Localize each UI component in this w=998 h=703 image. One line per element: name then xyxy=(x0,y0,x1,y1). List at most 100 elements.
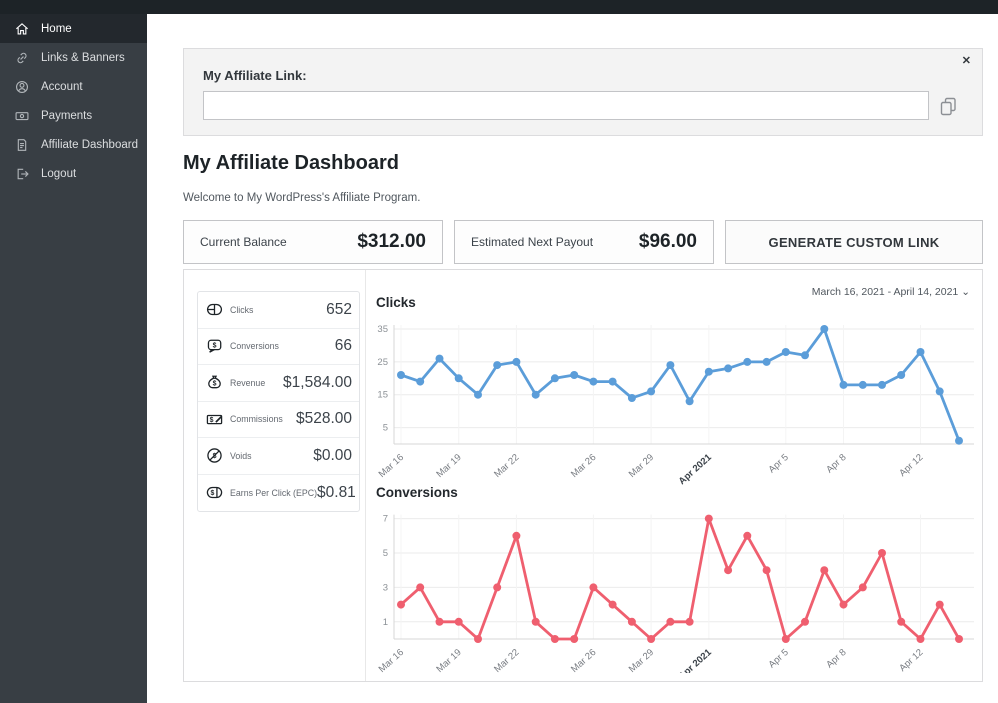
svg-text:Mar 29: Mar 29 xyxy=(627,647,656,673)
svg-text:35: 35 xyxy=(377,324,388,335)
sidebar-item-account[interactable]: Account xyxy=(0,72,147,101)
affiliate-link-box: My Affiliate Link: ✕ xyxy=(183,48,983,136)
svg-text:15: 15 xyxy=(377,390,388,401)
stat-label: Conversions xyxy=(230,341,335,351)
stat-row-earns-per-click-epc: $ Earns Per Click (EPC)$0.81 xyxy=(198,475,359,512)
current-balance-card: Current Balance $312.00 xyxy=(183,220,443,264)
sidebar-item-logout[interactable]: Logout xyxy=(0,159,147,188)
svg-text:Apr 8: Apr 8 xyxy=(824,452,848,475)
conversions-line-chart: 1 3 5 7 Mar 16 Mar 19 Mar 22 Mar 26 Mar 29 Apr 20… xyxy=(372,503,982,673)
svg-text:7: 7 xyxy=(383,514,388,525)
account-icon xyxy=(14,79,30,95)
svg-text:$: $ xyxy=(210,417,214,424)
clicks-chart-title: Clicks xyxy=(376,295,416,310)
stat-value: 66 xyxy=(335,337,352,355)
sidebar-menu: Home Links & Banners Account Payments Affili… xyxy=(0,14,147,188)
sidebar-item-label: Home xyxy=(41,23,72,35)
affiliate-link-label: My Affiliate Link: xyxy=(203,68,307,83)
svg-text:3: 3 xyxy=(383,582,388,593)
next-payout-card: Estimated Next Payout $96.00 xyxy=(454,220,714,264)
svg-text:5: 5 xyxy=(383,548,388,559)
svg-text:Mar 22: Mar 22 xyxy=(492,452,521,480)
commissions-icon: $ xyxy=(205,410,224,429)
svg-text:Apr 8: Apr 8 xyxy=(824,647,848,670)
svg-text:Mar 26: Mar 26 xyxy=(569,452,598,480)
svg-text:Apr 12: Apr 12 xyxy=(897,647,925,673)
stat-row-revenue: $ Revenue$1,584.00 xyxy=(198,365,359,402)
svg-text:Mar 29: Mar 29 xyxy=(627,452,656,480)
conversions-icon: $ xyxy=(205,337,224,356)
clicks-icon xyxy=(205,300,224,319)
stat-value: 652 xyxy=(326,301,352,319)
welcome-text: Welcome to My WordPress's Affiliate Prog… xyxy=(183,192,420,204)
svg-text:Mar 19: Mar 19 xyxy=(434,452,463,480)
panel-divider xyxy=(365,270,366,681)
sidebar-item-label: Logout xyxy=(41,168,76,180)
svg-text:Apr 5: Apr 5 xyxy=(767,452,791,475)
logout-icon xyxy=(14,166,30,182)
next-payout-label: Estimated Next Payout xyxy=(471,235,639,249)
home-icon xyxy=(14,21,30,37)
svg-text:25: 25 xyxy=(377,357,388,368)
sidebar-item-home[interactable]: Home xyxy=(0,14,147,43)
svg-text:$: $ xyxy=(213,381,217,388)
svg-text:1: 1 xyxy=(383,617,388,628)
svg-text:Mar 16: Mar 16 xyxy=(377,452,406,480)
svg-text:Apr 2021: Apr 2021 xyxy=(677,647,715,673)
stat-value: $0.81 xyxy=(317,484,356,502)
chevron-down-icon: ⌄ xyxy=(961,286,970,298)
sidebar-item-label: Account xyxy=(41,81,83,93)
stat-label: Clicks xyxy=(230,305,326,315)
date-range-selector[interactable]: March 16, 2021 - April 14, 2021 ⌄ xyxy=(812,286,970,298)
payments-icon xyxy=(14,108,30,124)
stat-label: Voids xyxy=(230,451,313,461)
sidebar-item-affiliate-dashboard[interactable]: Affiliate Dashboard xyxy=(0,130,147,159)
svg-text:$: $ xyxy=(213,342,217,349)
svg-text:$: $ xyxy=(211,490,215,497)
stat-value: $528.00 xyxy=(296,410,352,428)
svg-text:Apr 2021: Apr 2021 xyxy=(677,452,715,485)
stat-label: Revenue xyxy=(230,378,283,388)
conversions-chart-title: Conversions xyxy=(376,485,458,500)
reports-panel: Clicks652$Conversions66$Revenue$1,584.00… xyxy=(183,269,983,682)
affiliate-link-input[interactable] xyxy=(203,91,929,120)
stat-row-clicks: Clicks652 xyxy=(198,292,359,329)
voids-icon: $ xyxy=(205,446,224,465)
svg-text:Mar 22: Mar 22 xyxy=(492,647,521,673)
svg-text:Apr 12: Apr 12 xyxy=(897,452,925,479)
page-title: My Affiliate Dashboard xyxy=(183,152,399,175)
stat-row-commissions: $ Commissions$528.00 xyxy=(198,402,359,439)
svg-text:Mar 19: Mar 19 xyxy=(434,647,463,673)
revenue-icon: $ xyxy=(205,373,224,392)
sidebar-item-label: Affiliate Dashboard xyxy=(41,139,138,151)
svg-text:Mar 16: Mar 16 xyxy=(377,647,406,673)
top-bar xyxy=(0,0,998,14)
date-range-label: March 16, 2021 - April 14, 2021 xyxy=(812,286,959,298)
stat-row-voids: $ Voids$0.00 xyxy=(198,438,359,475)
stat-label: Commissions xyxy=(230,414,296,424)
svg-text:Mar 26: Mar 26 xyxy=(569,647,598,673)
svg-text:5: 5 xyxy=(383,423,388,434)
sidebar: Home Links & Banners Account Payments Affili… xyxy=(0,14,147,703)
stats-summary-box: Clicks652 $ Conversions66 $ Revenue$1,584.00… xyxy=(197,291,360,512)
epc-icon: $ xyxy=(205,483,224,502)
sidebar-item-label: Links & Banners xyxy=(41,52,125,64)
sidebar-item-label: Payments xyxy=(41,110,92,122)
link-icon xyxy=(14,50,30,66)
clicks-line-chart: 5 15 25 35 Mar 16 Mar 19 Mar 22 Mar 26 Mar 29 Apr… xyxy=(372,313,982,485)
copy-icon[interactable] xyxy=(937,95,959,117)
generate-custom-link-button[interactable]: GENERATE CUSTOM LINK xyxy=(725,220,983,264)
stat-value: $1,584.00 xyxy=(283,374,352,392)
current-balance-label: Current Balance xyxy=(200,235,357,249)
current-balance-value: $312.00 xyxy=(357,231,426,253)
stat-value: $0.00 xyxy=(313,447,352,465)
sidebar-item-payments[interactable]: Payments xyxy=(0,101,147,130)
svg-text:Apr 5: Apr 5 xyxy=(767,647,791,670)
close-icon[interactable]: ✕ xyxy=(962,54,971,68)
affiliate-dashboard-page: Home Links & Banners Account Payments Affili… xyxy=(0,0,998,703)
stat-row-conversions: $ Conversions66 xyxy=(198,329,359,366)
document-icon xyxy=(14,137,30,153)
next-payout-value: $96.00 xyxy=(639,231,697,253)
sidebar-item-links-banners[interactable]: Links & Banners xyxy=(0,43,147,72)
stat-label: Earns Per Click (EPC) xyxy=(230,488,317,498)
